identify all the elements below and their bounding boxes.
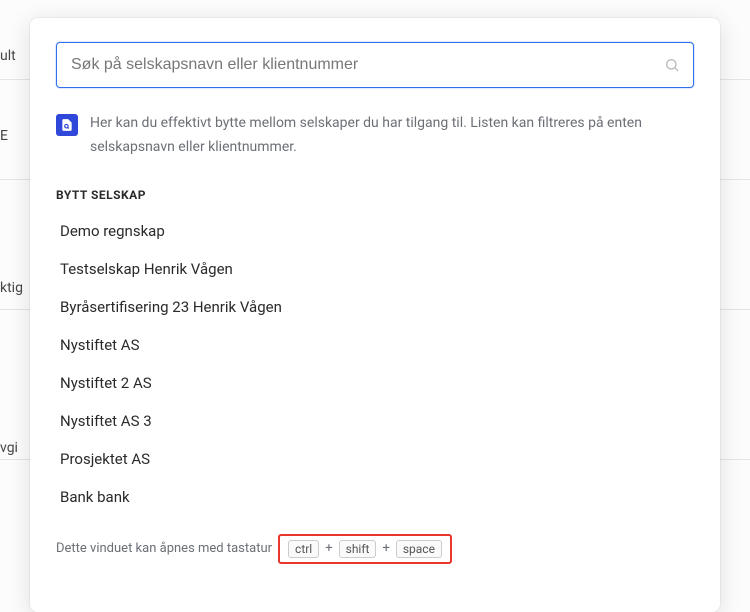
company-switcher-modal: Her kan du effektivt bytte mellom selska… [30, 18, 720, 612]
footer-prefix: Dette vinduet kan åpnes med tastatur [56, 541, 272, 556]
section-heading: BYTT SELSKAP [56, 188, 694, 202]
kbd-group-highlight: ctrl + shift + space [278, 534, 452, 564]
search-input[interactable] [56, 42, 694, 88]
company-item[interactable]: Byråsertifisering 23 Henrik Vågen [56, 288, 694, 326]
plus-separator: + [382, 541, 389, 556]
kbd-space: space [396, 540, 442, 558]
company-item[interactable]: Nystiftet AS 3 [56, 402, 694, 440]
company-item[interactable]: Demo regnskap [56, 212, 694, 250]
company-list: Demo regnskap Testselskap Henrik Vågen B… [56, 212, 694, 516]
bg-text-2: E [0, 128, 8, 144]
bg-text-4: vgi [0, 440, 18, 456]
bg-text-3: ktig [0, 280, 23, 296]
info-row: Her kan du effektivt bytte mellom selska… [56, 112, 694, 160]
company-item[interactable]: Prosjektet AS [56, 440, 694, 478]
kbd-shift: shift [339, 540, 377, 558]
info-text: Her kan du effektivt bytte mellom selska… [90, 112, 694, 160]
magnifier-document-icon [56, 114, 78, 136]
plus-separator: + [325, 541, 332, 556]
bg-text-1: ult [0, 48, 16, 64]
company-item[interactable]: Testselskap Henrik Vågen [56, 250, 694, 288]
company-item[interactable]: Bank bank [56, 478, 694, 516]
search-icon [664, 57, 680, 73]
company-item[interactable]: Nystiftet AS [56, 326, 694, 364]
kbd-ctrl: ctrl [288, 540, 319, 558]
company-item[interactable]: Nystiftet 2 AS [56, 364, 694, 402]
search-wrapper [56, 42, 694, 88]
keyboard-shortcut-hint: Dette vinduet kan åpnes med tastatur ctr… [56, 534, 694, 564]
